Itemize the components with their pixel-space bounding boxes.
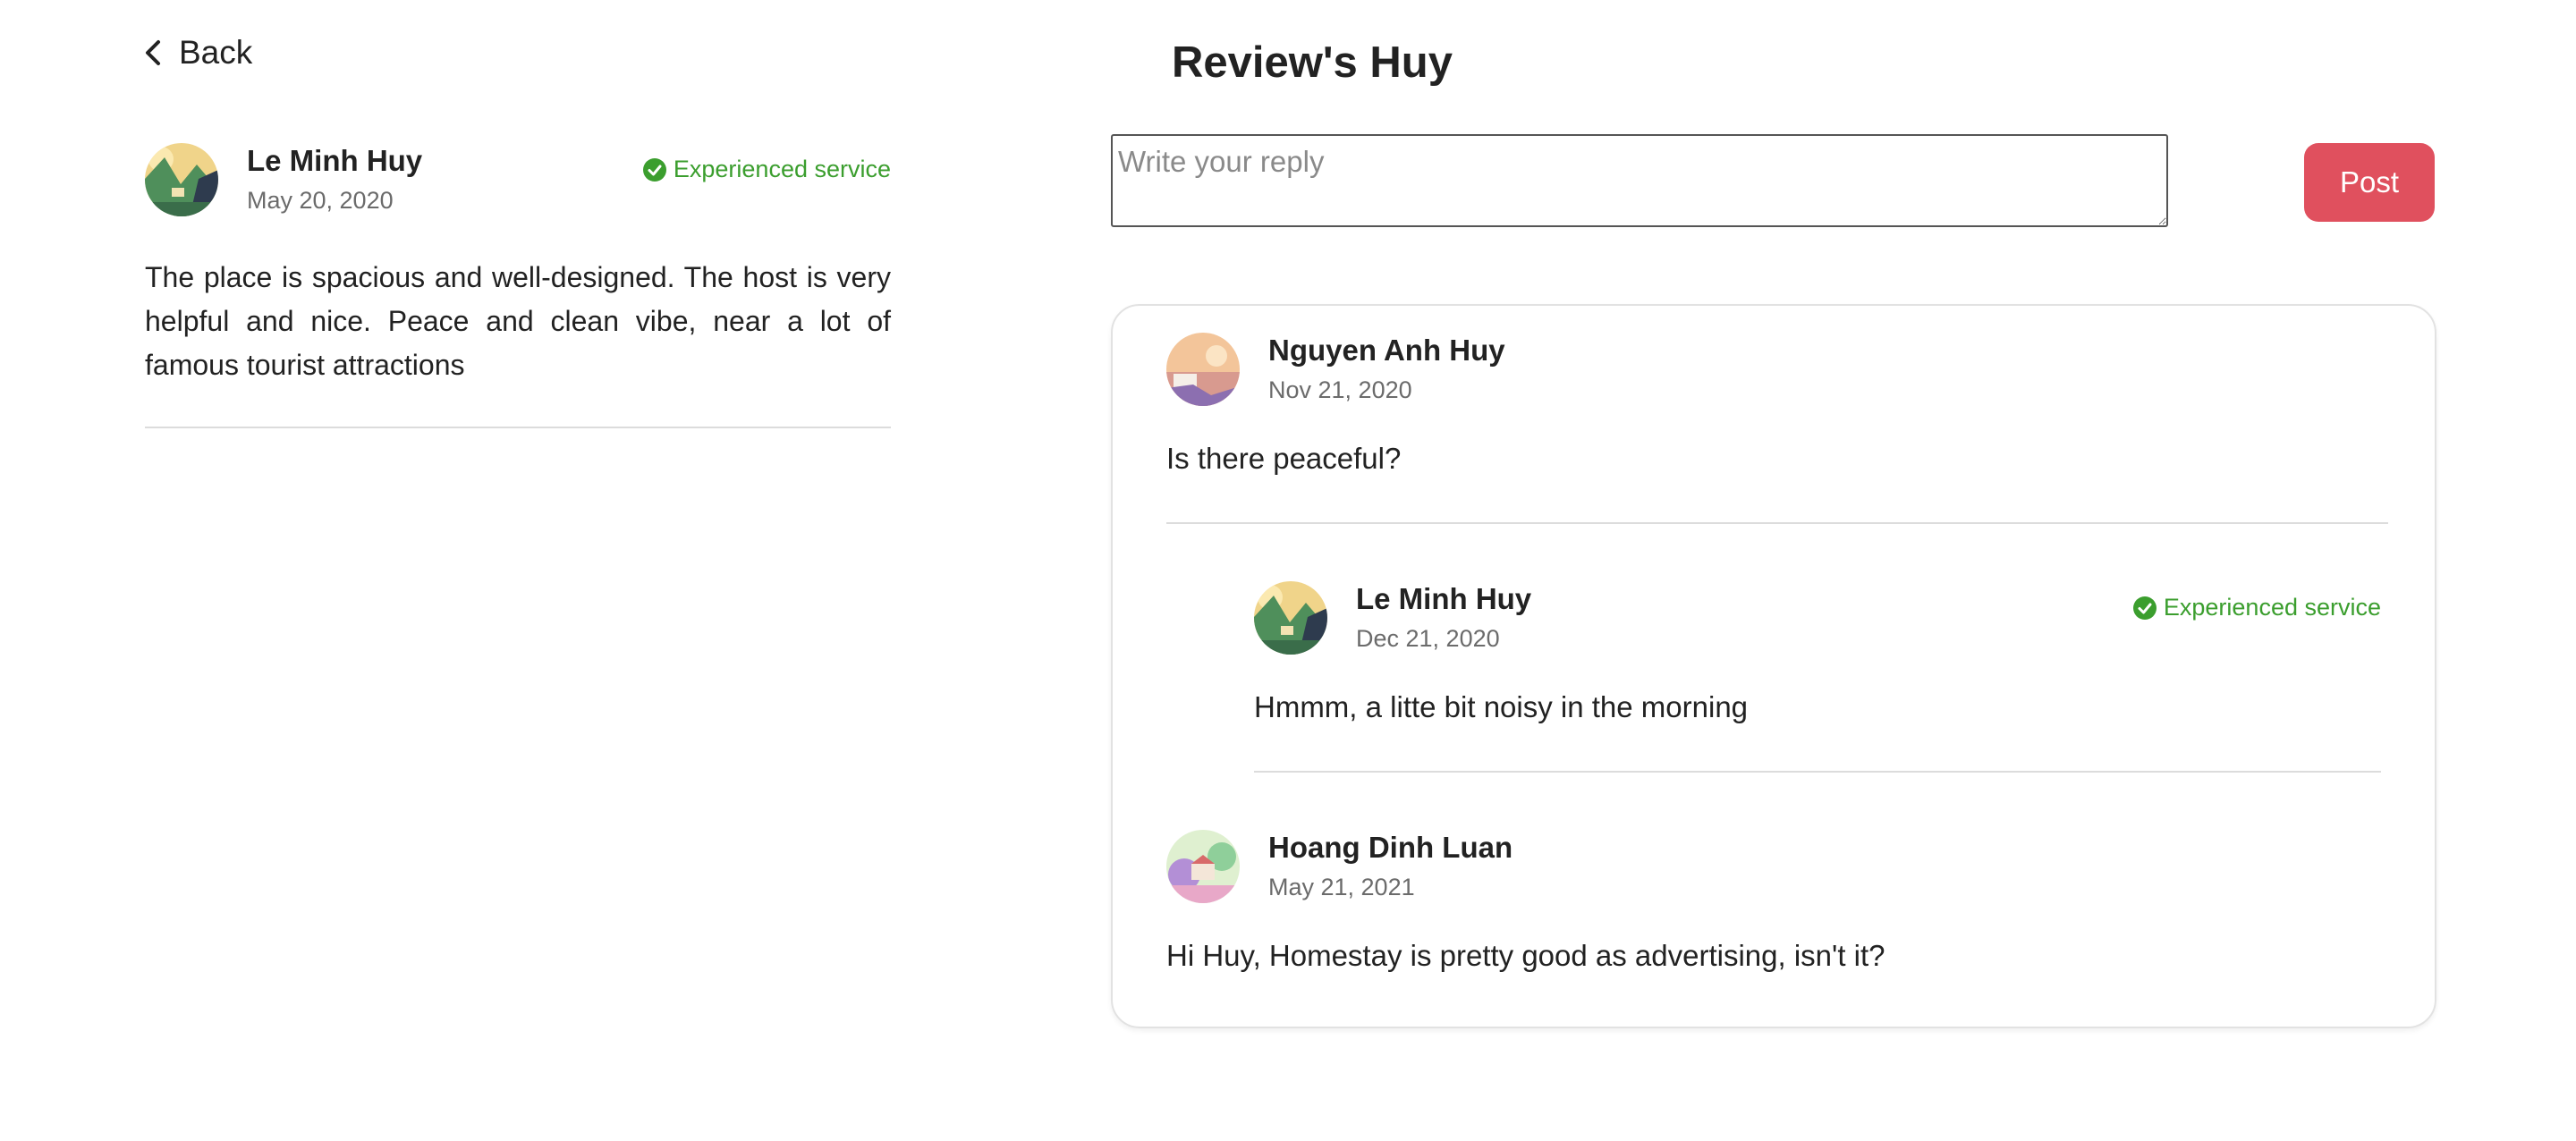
post-button[interactable]: Post <box>2304 143 2435 222</box>
avatar-image <box>1166 333 1240 406</box>
comment-item: Hoang Dinh Luan May 21, 2021 Hi Huy, Hom… <box>1166 830 2388 973</box>
reply-item: Le Minh Huy Dec 21, 2020 Experienced ser… <box>1254 581 2381 773</box>
comment-divider <box>1254 771 2381 773</box>
comment-divider <box>1166 522 2388 524</box>
reply-input[interactable] <box>1111 134 2168 227</box>
review-card: Le Minh Huy May 20, 2020 Experienced ser… <box>145 143 891 428</box>
experienced-badge: Experienced service <box>642 156 891 183</box>
avatar <box>145 143 218 216</box>
avatar <box>1166 333 1240 406</box>
comment-date: Dec 21, 2020 <box>1356 624 1500 652</box>
comment-header: Le Minh Huy Dec 21, 2020 Experienced ser… <box>1254 581 2381 655</box>
back-link[interactable]: Back <box>143 34 252 72</box>
comment-text: Hmmm, a litte bit noisy in the morning <box>1254 690 1749 723</box>
badge-label: Experienced service <box>2163 594 2381 621</box>
chevron-left-icon <box>146 40 160 65</box>
review-date: May 20, 2020 <box>247 186 394 214</box>
avatar <box>1166 830 1240 903</box>
comment-header: Hoang Dinh Luan May 21, 2021 <box>1166 830 2388 903</box>
avatar-image <box>145 143 218 216</box>
comment-date: Nov 21, 2020 <box>1268 376 1412 403</box>
author-name: Le Minh Huy <box>1356 582 1532 616</box>
review-divider <box>145 427 891 428</box>
check-circle-icon <box>642 157 666 182</box>
author-block: Nguyen Anh Huy Nov 21, 2020 <box>1268 334 2388 403</box>
comment-text: Is there peaceful? <box>1166 442 1402 475</box>
comment-date: May 21, 2021 <box>1268 873 1415 900</box>
avatar-image <box>1254 581 1327 655</box>
experienced-badge: Experienced service <box>2132 594 2381 621</box>
avatar-image <box>1166 830 1240 903</box>
comment-header: Nguyen Anh Huy Nov 21, 2020 <box>1166 333 2388 406</box>
badge-label: Experienced service <box>673 156 891 182</box>
review-text: The place is spacious and well-designed.… <box>145 261 891 381</box>
author-block: Hoang Dinh Luan May 21, 2021 <box>1268 832 2388 900</box>
comment-item: Nguyen Anh Huy Nov 21, 2020 Is there pea… <box>1166 333 2388 524</box>
author-name: Hoang Dinh Luan <box>1268 831 1513 865</box>
author-block: Le Minh Huy Dec 21, 2020 <box>1356 583 2133 652</box>
comments-card: Nguyen Anh Huy Nov 21, 2020 Is there pea… <box>1111 304 2436 1028</box>
page-title: Review's Huy <box>1172 38 1453 87</box>
comment-text: Hi Huy, Homestay is pretty good as adver… <box>1166 939 1885 972</box>
avatar <box>1254 581 1327 655</box>
back-label: Back <box>179 34 253 71</box>
author-name: Nguyen Anh Huy <box>1268 334 1505 368</box>
review-header: Le Minh Huy May 20, 2020 Experienced ser… <box>145 143 891 216</box>
author-name: Le Minh Huy <box>247 144 423 178</box>
check-circle-icon <box>2132 596 2157 620</box>
author-block: Le Minh Huy May 20, 2020 <box>247 145 643 214</box>
